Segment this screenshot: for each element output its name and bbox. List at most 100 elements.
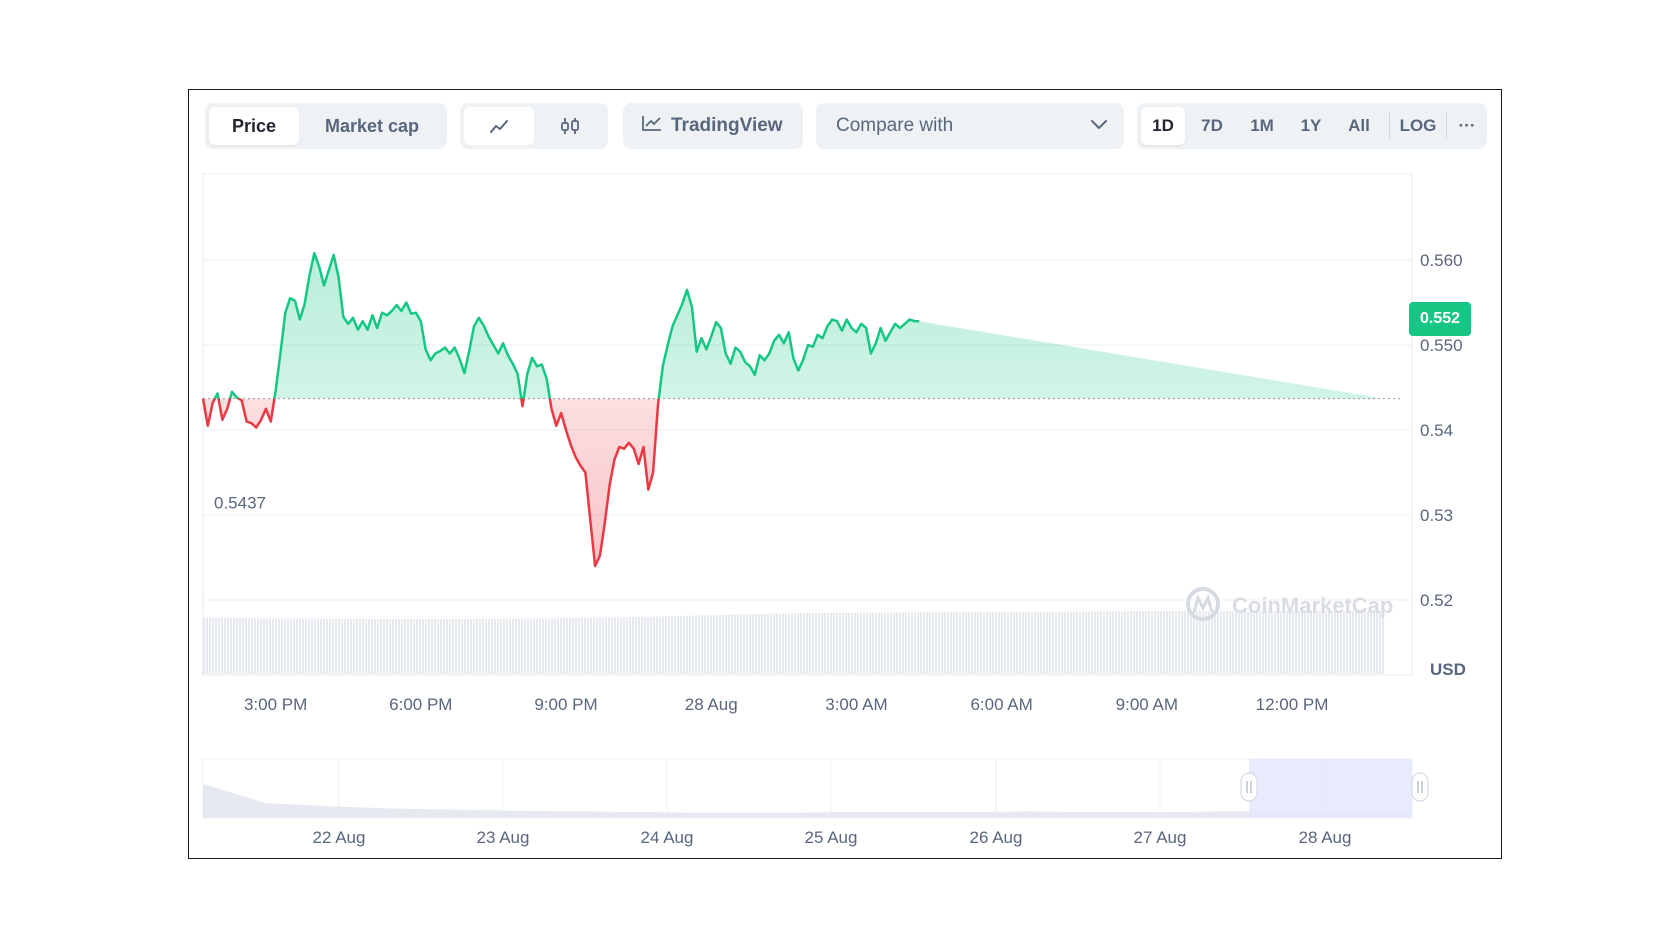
volume-bar xyxy=(395,619,397,674)
volume-bar xyxy=(842,612,844,674)
volume-bar xyxy=(887,612,889,674)
volume-bar xyxy=(350,618,352,674)
volume-bar xyxy=(548,618,550,674)
volume-bar xyxy=(515,618,517,674)
volume-bar xyxy=(686,615,688,674)
currency-label: USD xyxy=(1430,660,1466,679)
baseline-label: 0.5437 xyxy=(214,493,266,512)
volume-bar xyxy=(521,618,523,674)
volume-bar xyxy=(989,611,991,674)
volume-bar xyxy=(632,617,634,674)
volume-bar xyxy=(1310,611,1312,674)
volume-bar xyxy=(497,618,499,674)
volume-bar xyxy=(206,617,208,674)
volume-bar xyxy=(1364,611,1366,674)
volume-bar xyxy=(1262,611,1264,674)
volume-bar xyxy=(428,619,430,674)
volume-bar xyxy=(413,619,415,674)
volume-bar xyxy=(1226,611,1228,674)
volume-bar xyxy=(452,619,454,674)
volume-bar xyxy=(1028,611,1030,674)
volume-bar xyxy=(458,619,460,674)
volume-bar xyxy=(551,618,553,674)
x-tick-label: 9:00 PM xyxy=(534,695,597,714)
volume-bar xyxy=(563,618,565,674)
volume-bar xyxy=(1184,611,1186,674)
volume-bar xyxy=(1256,611,1258,674)
volume-bar xyxy=(1085,611,1087,674)
volume-bar xyxy=(260,618,262,674)
volume-bar xyxy=(392,619,394,674)
volume-bar xyxy=(566,618,568,674)
volume-bar xyxy=(599,617,601,674)
volume-bar xyxy=(1175,611,1177,674)
volume-bar xyxy=(995,611,997,674)
volume-bar xyxy=(668,616,670,674)
volume-bar xyxy=(758,614,760,674)
volume-bar xyxy=(992,611,994,674)
volume-bar xyxy=(1121,611,1123,674)
volume-bar xyxy=(644,616,646,674)
volume-bar xyxy=(437,619,439,674)
volume-bar xyxy=(743,614,745,674)
volume-bar xyxy=(416,619,418,674)
volume-bar xyxy=(1247,611,1249,674)
volume-bar xyxy=(266,618,268,674)
volume-bar xyxy=(1349,611,1351,674)
volume-bar xyxy=(707,615,709,674)
volume-bar xyxy=(1010,611,1012,674)
volume-bar xyxy=(701,615,703,674)
volume-bar xyxy=(491,618,493,674)
x-tick-label: 12:00 PM xyxy=(1256,695,1329,714)
volume-bar xyxy=(1046,611,1048,674)
volume-bar xyxy=(1007,611,1009,674)
volume-bar xyxy=(638,616,640,674)
volume-bar xyxy=(1295,611,1297,674)
volume-bar xyxy=(254,618,256,674)
x-tick-label: 6:00 AM xyxy=(970,695,1032,714)
volume-bar xyxy=(593,617,595,674)
navigator[interactable]: 22 Aug 23 Aug 24 Aug 25 Aug 26 Aug 27 Aug 28 A… xyxy=(202,758,1429,847)
volume-bar xyxy=(1331,611,1333,674)
volume-bar xyxy=(1298,611,1300,674)
volume-bar xyxy=(1244,611,1246,674)
volume-bar xyxy=(1325,611,1327,674)
volume-bar xyxy=(824,612,826,674)
volume-bar xyxy=(857,612,859,674)
volume-bar xyxy=(1346,611,1348,674)
volume-bar xyxy=(512,618,514,674)
volume-bar xyxy=(404,619,406,674)
volume-bar xyxy=(1001,611,1003,674)
volume-bar xyxy=(1094,611,1096,674)
volume-bar xyxy=(806,613,808,674)
volume-bar xyxy=(1067,611,1069,674)
volume-bar xyxy=(710,615,712,674)
volume-bar xyxy=(557,618,559,674)
volume-bar xyxy=(800,613,802,674)
volume-bar xyxy=(815,613,817,674)
volume-bar xyxy=(860,612,862,674)
volume-bar xyxy=(659,616,661,674)
volume-bar xyxy=(1091,611,1093,674)
navigator-date-label: 22 Aug xyxy=(313,828,366,847)
volume-bar xyxy=(1214,611,1216,674)
volume-bar xyxy=(1145,611,1147,674)
volume-bar xyxy=(572,618,574,674)
volume-bar xyxy=(719,614,721,674)
volume-bar xyxy=(419,619,421,674)
volume-bar xyxy=(1250,611,1252,674)
navigator-date-label: 28 Aug xyxy=(1299,828,1352,847)
volume-bar xyxy=(896,612,898,674)
volume-bar xyxy=(635,616,637,674)
volume-bar xyxy=(683,615,685,674)
volume-bar xyxy=(968,611,970,674)
volume-bar xyxy=(821,613,823,674)
volume-bar xyxy=(1016,611,1018,674)
volume-bar xyxy=(368,619,370,674)
volume-bar xyxy=(1151,611,1153,674)
volume-bar xyxy=(1187,611,1189,674)
volume-bar xyxy=(203,617,205,674)
volume-bar xyxy=(341,618,343,674)
volume-bar xyxy=(746,614,748,674)
volume-bar xyxy=(293,618,295,674)
